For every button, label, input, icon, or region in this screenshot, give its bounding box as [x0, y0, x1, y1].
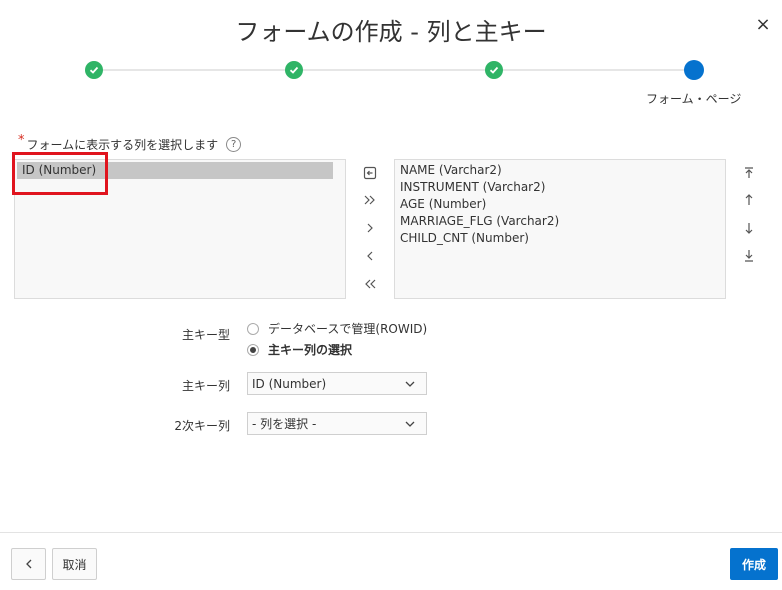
chevron-down-icon — [405, 381, 415, 387]
cancel-button[interactable]: 取消 — [52, 548, 97, 580]
pk-column-label: 主キー列 — [181, 379, 230, 393]
chevron-down-icon — [405, 421, 415, 427]
columns-field-label: * フォームに表示する列を選択します ? — [18, 133, 242, 153]
back-button[interactable] — [11, 548, 46, 580]
help-icon[interactable]: ? — [226, 137, 242, 152]
columns-label-text: フォームに表示する列を選択します — [26, 138, 219, 152]
move-left-icon[interactable] — [362, 248, 378, 264]
pk-column-value: ID (Number) — [252, 376, 327, 391]
move-up-icon[interactable] — [741, 192, 757, 208]
pk-column-select[interactable]: ID (Number) — [247, 372, 427, 395]
reset-icon[interactable] — [362, 165, 378, 181]
pk-type-label: 主キー型 — [181, 328, 230, 342]
pk-type-columns-label: 主キー列の選択 — [268, 343, 353, 357]
footer-divider — [0, 532, 782, 533]
close-icon[interactable]: × — [752, 14, 774, 36]
wizard-step-2-complete-icon — [285, 61, 303, 79]
wizard-progress-track — [94, 69, 694, 71]
pk-type-rowid-label: データベースで管理(ROWID) — [268, 322, 428, 336]
chevron-left-icon — [25, 559, 31, 569]
move-all-left-icon[interactable] — [362, 276, 378, 292]
move-bottom-icon[interactable] — [741, 248, 757, 264]
secondary-key-value: - 列を選択 - — [252, 417, 317, 431]
wizard-step-1-complete-icon — [85, 61, 103, 79]
move-top-icon[interactable] — [741, 165, 757, 181]
list-item[interactable]: AGE (Number) — [395, 196, 725, 213]
wizard-step-3-complete-icon — [485, 61, 503, 79]
list-item[interactable]: NAME (Varchar2) — [395, 162, 725, 179]
annotation-highlight-box — [12, 152, 108, 195]
required-marker: * — [18, 133, 25, 148]
move-all-right-icon[interactable] — [362, 192, 378, 208]
dialog-title: フォームの作成 - 列と主キー — [235, 18, 547, 46]
wizard-current-step-label: フォーム・ページ — [646, 92, 742, 106]
wizard-step-4-current — [684, 60, 704, 80]
list-item[interactable]: INSTRUMENT (Varchar2) — [395, 179, 725, 196]
move-down-icon[interactable] — [741, 220, 757, 236]
create-button[interactable]: 作成 — [730, 548, 778, 580]
pk-type-columns-option[interactable]: 主キー列の選択 — [247, 341, 352, 358]
radio-checked[interactable] — [247, 343, 259, 356]
pk-type-rowid-option[interactable]: データベースで管理(ROWID) — [247, 320, 427, 337]
move-right-icon[interactable] — [362, 220, 378, 236]
list-item[interactable]: MARRIAGE_FLG (Varchar2) — [395, 213, 725, 230]
list-item[interactable]: CHILD_CNT (Number) — [395, 230, 725, 247]
secondary-key-select[interactable]: - 列を選択 - — [247, 412, 427, 435]
secondary-key-label: 2次キー列 — [174, 419, 230, 433]
selected-columns-list[interactable]: NAME (Varchar2) INSTRUMENT (Varchar2) AG… — [394, 159, 726, 299]
radio-unchecked[interactable] — [247, 322, 259, 335]
